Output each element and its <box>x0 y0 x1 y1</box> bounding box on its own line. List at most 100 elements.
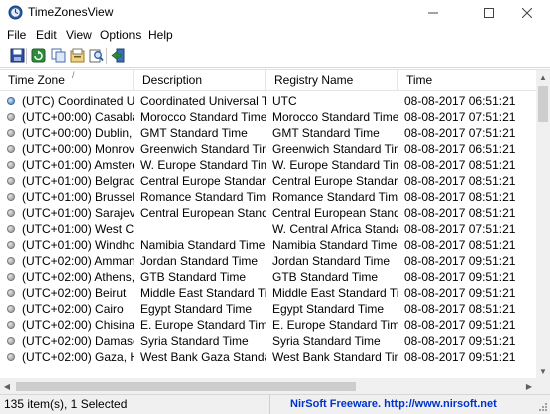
minimize-button[interactable] <box>410 0 456 26</box>
table-row[interactable]: (UTC+02:00) Chisinau E. Europe Standard … <box>0 317 536 333</box>
window-title: TimeZonesView <box>28 5 114 19</box>
cell-time: 08-08-2017 09:51:21 <box>404 334 516 348</box>
table-row[interactable]: (UTC+01:00) Brussels, ... Romance Standa… <box>0 189 536 205</box>
timezone-dot-icon <box>7 273 15 281</box>
save-icon[interactable] <box>9 47 26 64</box>
find-icon[interactable] <box>88 47 105 64</box>
timezone-dot-icon <box>7 225 15 233</box>
cell-description: Syria Standard Time <box>140 334 249 348</box>
cell-description: Greenwich Standard Time <box>140 142 266 156</box>
horizontal-scrollbar[interactable]: ◀ ▶ <box>0 378 536 394</box>
cell-time-zone: (UTC+02:00) Chisinau <box>22 318 134 332</box>
cell-time: 08-08-2017 06:51:21 <box>404 94 516 108</box>
table-row[interactable]: (UTC+02:00) Damascus Syria Standard Time… <box>0 333 536 349</box>
menu-view[interactable]: View <box>66 28 92 42</box>
cell-registry-name: Jordan Standard Time <box>272 254 391 268</box>
nirsoft-link[interactable]: NirSoft Freeware. http://www.nirsoft.net <box>290 395 497 414</box>
list-header: Time Zone / Description Registry Name Ti… <box>0 70 536 91</box>
cell-description: Middle East Standard Ti... <box>140 286 266 300</box>
column-header-description[interactable]: Description <box>134 70 266 91</box>
scroll-left-icon[interactable]: ◀ <box>0 378 14 394</box>
scroll-up-icon[interactable]: ▲ <box>536 70 550 84</box>
properties-icon[interactable] <box>69 47 86 64</box>
item-count: 135 item(s), 1 Selected <box>0 395 270 414</box>
cell-time: 08-08-2017 08:51:21 <box>404 158 516 172</box>
vertical-scroll-thumb[interactable] <box>538 86 548 122</box>
cell-time: 08-08-2017 09:51:21 <box>404 318 516 332</box>
scroll-right-icon[interactable]: ▶ <box>522 378 536 394</box>
table-row[interactable]: (UTC+01:00) Windhoek Namibia Standard Ti… <box>0 237 536 253</box>
copy-icon[interactable] <box>50 47 67 64</box>
refresh-icon[interactable] <box>30 47 47 64</box>
cell-registry-name: GMT Standard Time <box>272 126 380 140</box>
table-row[interactable]: (UTC+02:00) Athens, ... GTB Standard Tim… <box>0 269 536 285</box>
cell-time-zone: (UTC+02:00) Cairo <box>22 302 124 316</box>
cell-registry-name: Namibia Standard Time <box>272 238 398 252</box>
cell-description: GMT Standard Time <box>140 126 248 140</box>
table-row[interactable]: (UTC+01:00) Belgrade,... Central Europe … <box>0 173 536 189</box>
table-row[interactable]: (UTC+01:00) Sarajevo,... Central Europea… <box>0 205 536 221</box>
table-row[interactable]: (UTC) Coordinated Un... Coordinated Univ… <box>0 93 536 109</box>
menu-options[interactable]: Options <box>100 28 141 42</box>
timezone-dot-icon <box>7 353 15 361</box>
cell-description: Central European Stand... <box>140 206 266 220</box>
menu-help[interactable]: Help <box>148 28 173 42</box>
cell-description: Namibia Standard Time <box>140 238 266 252</box>
timezone-dot-icon <box>7 289 15 297</box>
table-row[interactable]: (UTC+02:00) Cairo Egypt Standard Time Eg… <box>0 301 536 317</box>
table-row[interactable]: (UTC+01:00) West Ce... W. Central Africa… <box>0 221 536 237</box>
cell-description <box>140 221 266 237</box>
table-row[interactable]: (UTC+00:00) Dublin, E... GMT Standard Ti… <box>0 125 536 141</box>
cell-description: E. Europe Standard Time <box>140 318 266 332</box>
cell-time-zone: (UTC+02:00) Gaza, He... <box>22 350 134 364</box>
timezone-dot-icon <box>7 193 15 201</box>
cell-time-zone: (UTC+02:00) Damascus <box>22 334 134 348</box>
exit-icon[interactable] <box>110 47 127 64</box>
table-row[interactable]: (UTC+00:00) Casablan... Morocco Standard… <box>0 109 536 125</box>
menu-edit[interactable]: Edit <box>36 28 57 42</box>
cell-time: 08-08-2017 07:51:21 <box>404 126 516 140</box>
table-row[interactable]: (UTC+01:00) Amsterd... W. Europe Standar… <box>0 157 536 173</box>
cell-registry-name: E. Europe Standard Time <box>272 318 398 332</box>
timezone-dot-icon <box>7 161 15 169</box>
cell-time: 08-08-2017 09:51:21 <box>404 270 516 284</box>
cell-time: 08-08-2017 09:51:21 <box>404 286 516 300</box>
table-row[interactable]: (UTC+00:00) Monrovi... Greenwich Standar… <box>0 141 536 157</box>
cell-time-zone: (UTC+02:00) Amman <box>22 254 134 268</box>
cell-time: 08-08-2017 06:51:21 <box>404 142 516 156</box>
cell-registry-name: Middle East Standard Ti... <box>272 286 398 300</box>
column-header-time-zone[interactable]: Time Zone <box>0 70 134 91</box>
horizontal-scroll-thumb[interactable] <box>16 382 356 391</box>
cell-time: 08-08-2017 08:51:21 <box>404 302 516 316</box>
cell-description: Jordan Standard Time <box>140 254 259 268</box>
timezone-dot-icon <box>7 257 15 265</box>
cell-time-zone: (UTC) Coordinated Un... <box>22 94 134 108</box>
cell-description: West Bank Gaza Standar... <box>140 350 266 364</box>
cell-registry-name: Greenwich Standard Time <box>272 142 398 156</box>
timezone-list[interactable]: Time Zone / Description Registry Name Ti… <box>0 69 550 394</box>
status-bar: 135 item(s), 1 Selected NirSoft Freeware… <box>0 394 550 414</box>
timezone-dot-icon <box>7 145 15 153</box>
menu-file[interactable]: File <box>7 28 26 42</box>
cell-registry-name: Morocco Standard Time <box>272 110 398 124</box>
cell-time-zone: (UTC+01:00) Brussels, ... <box>22 190 134 204</box>
column-header-registry-name[interactable]: Registry Name <box>266 70 398 91</box>
cell-time-zone: (UTC+01:00) Windhoek <box>22 238 134 252</box>
resize-grip-icon[interactable] <box>538 402 548 412</box>
scroll-down-icon[interactable]: ▼ <box>536 364 550 378</box>
cell-time: 08-08-2017 07:51:21 <box>404 110 516 124</box>
close-button[interactable] <box>504 0 550 26</box>
cell-time-zone: (UTC+01:00) Sarajevo,... <box>22 206 134 220</box>
table-row[interactable]: (UTC+02:00) Amman Jordan Standard Time J… <box>0 253 536 269</box>
table-row[interactable]: (UTC+02:00) Beirut Middle East Standard … <box>0 285 536 301</box>
table-row[interactable]: (UTC+02:00) Gaza, He... West Bank Gaza S… <box>0 349 536 365</box>
timezone-dot-icon <box>7 209 15 217</box>
cell-registry-name: W. Europe Standard Time <box>272 158 398 172</box>
menu-bar: File Edit View Options Help <box>0 26 550 44</box>
column-header-time[interactable]: Time <box>398 70 536 91</box>
cell-registry-name: UTC <box>272 94 297 108</box>
cell-time: 08-08-2017 07:51:21 <box>404 222 516 236</box>
timezone-dot-icon <box>7 129 15 137</box>
vertical-scrollbar[interactable]: ▲ ▼ <box>536 70 550 378</box>
cell-time: 08-08-2017 08:51:21 <box>404 238 516 252</box>
